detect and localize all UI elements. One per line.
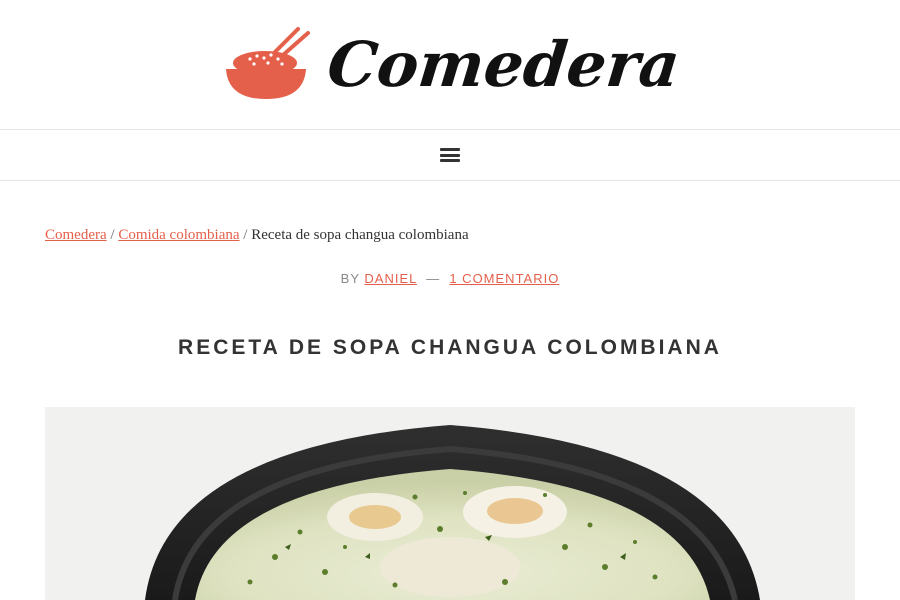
menu-bar [440, 159, 460, 162]
main-navigation [0, 130, 900, 181]
hamburger-menu-icon[interactable] [440, 148, 460, 162]
site-header: Comedera [0, 0, 900, 130]
soup-bowl-photo [45, 407, 855, 600]
site-title: Comedera [324, 27, 684, 101]
meta-dash: — [426, 271, 441, 286]
breadcrumb-separator: / [243, 227, 248, 243]
by-label: BY [340, 271, 360, 286]
breadcrumb-category-link[interactable]: Comida colombiana [118, 227, 239, 243]
post-meta: BY DANIEL — 1 COMENTARIO [0, 271, 900, 286]
author-link[interactable]: DANIEL [364, 271, 416, 286]
site-logo-link[interactable]: Comedera [220, 27, 684, 102]
breadcrumb-separator: / [110, 227, 115, 243]
menu-bar [440, 148, 460, 151]
featured-image [45, 407, 855, 600]
breadcrumb-current: Receta de sopa changua colombiana [251, 227, 469, 243]
breadcrumb: Comedera / Comida colombiana / Receta de… [45, 227, 469, 244]
menu-bar [440, 153, 460, 157]
breadcrumb-home-link[interactable]: Comedera [45, 227, 107, 243]
comments-link[interactable]: 1 COMENTARIO [449, 271, 559, 286]
rice-bowl-logo-icon [226, 27, 311, 99]
article-title: RECETA DE SOPA CHANGUA COLOMBIANA [178, 336, 722, 359]
